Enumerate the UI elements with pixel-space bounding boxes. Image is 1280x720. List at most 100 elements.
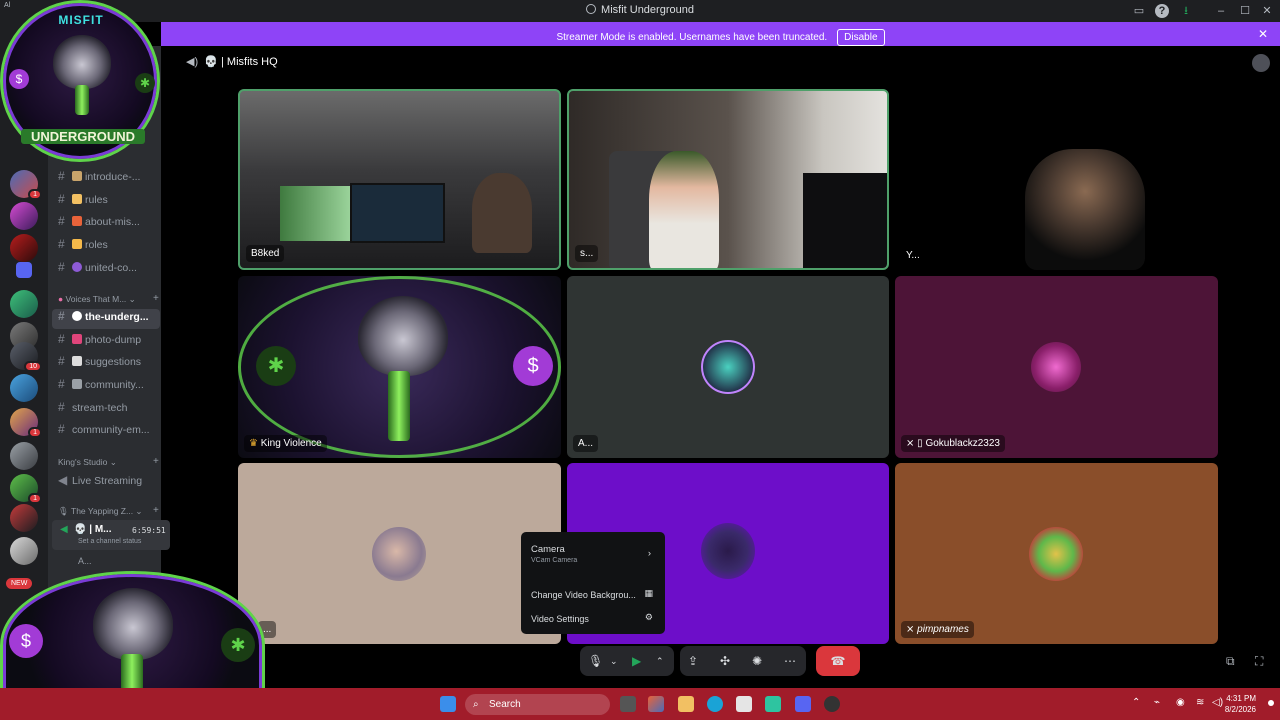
server-icon[interactable] <box>10 442 38 470</box>
network-icon[interactable]: ⌁ <box>1154 697 1160 708</box>
dollar-icon: $ <box>9 624 43 658</box>
voice-channel-active[interactable]: ◀ 💀 | M... 6:59:51 Set a channel status <box>52 520 170 550</box>
channel-item[interactable]: # introduce-... <box>58 169 183 189</box>
gear-icon: ⚙ <box>644 612 653 622</box>
channel-item[interactable]: # rules <box>58 192 183 212</box>
chevron-up-icon[interactable]: ⌃ <box>656 646 664 676</box>
scroll-icon <box>72 194 82 204</box>
category-voices[interactable]: ● Voices That M... ⌄ + <box>58 293 159 305</box>
server-folder-icon[interactable] <box>16 262 32 278</box>
video-tile[interactable]: s... <box>567 89 889 270</box>
screen-share-icon[interactable]: ⇪ <box>688 646 698 676</box>
voice-user[interactable]: A... <box>78 556 92 566</box>
server-icon[interactable] <box>10 290 38 318</box>
video-tile[interactable]: ... <box>238 463 561 644</box>
channel-item-active[interactable]: # the-underg... <box>52 309 160 329</box>
minimize-button[interactable]: – <box>1214 4 1228 18</box>
voice-channel-title: ◀) 💀 | Misfits HQ <box>186 56 278 68</box>
video-tile[interactable]: Y... <box>895 89 1218 270</box>
inbox-icon[interactable]: ▭ <box>1132 4 1146 18</box>
help-icon[interactable]: ? <box>1155 4 1169 18</box>
server-icon[interactable] <box>10 202 38 230</box>
channel-item[interactable]: # suggestions <box>58 354 183 374</box>
server-icon[interactable]: 1 <box>10 170 42 200</box>
channel-item[interactable]: # photo-dump <box>58 332 183 352</box>
wifi-icon[interactable]: ≋ <box>1196 697 1204 708</box>
end-call-button[interactable]: ☎ <box>816 646 860 676</box>
taskbar-search[interactable]: ⌕ Search <box>465 694 610 715</box>
channel-item[interactable]: # community... <box>58 377 183 397</box>
volume-icon[interactable]: ◁) <box>1212 697 1223 708</box>
globe-icon <box>72 262 82 272</box>
maximize-button[interactable]: ☐ <box>1238 4 1252 18</box>
participant-avatar <box>372 527 426 581</box>
mic-icon[interactable]: 🎙 <box>588 646 603 676</box>
close-window-button[interactable]: ✕ <box>1260 4 1274 18</box>
video-tile[interactable]: ⨯ pimpnames <box>895 463 1218 644</box>
category-kings-studio[interactable]: King's Studio ⌄ + <box>58 456 159 468</box>
participant-name: ♛ King Violence <box>244 435 327 452</box>
banner-close-icon[interactable]: ✕ <box>1258 27 1268 41</box>
leaf-icon: ✱ <box>221 628 255 662</box>
server-icon[interactable] <box>10 537 38 565</box>
store-icon[interactable] <box>736 696 752 712</box>
copilot-icon[interactable] <box>648 696 664 712</box>
task-view-icon[interactable] <box>620 696 636 712</box>
category-yapping[interactable]: 🎙 The Yapping Z... ⌄ + <box>58 505 159 517</box>
start-icon[interactable] <box>440 696 456 712</box>
discord-icon[interactable] <box>795 696 811 712</box>
download-icon[interactable]: ⭳ <box>1179 4 1193 18</box>
tray-chevron-icon[interactable]: ⌃ <box>1132 697 1140 708</box>
fullscreen-icon[interactable]: ⛶ <box>1255 654 1263 669</box>
change-background-menu-item[interactable]: Change Video Backgrou... ▦ <box>531 588 657 600</box>
channel-item[interactable]: # community-em... <box>58 422 183 442</box>
pop-out-icon[interactable]: ⧉ <box>1226 654 1235 669</box>
activities-icon[interactable]: ✣ <box>720 646 730 676</box>
disable-button[interactable]: Disable <box>837 29 885 46</box>
raccoon-icon <box>53 35 111 89</box>
video-settings-menu-item[interactable]: Video Settings ⚙ <box>531 612 657 624</box>
crown-icon: ♛ <box>249 438 261 449</box>
camera-icon[interactable]: ▶ <box>632 646 641 676</box>
soundboard-icon[interactable]: ✺ <box>752 646 762 676</box>
server-icon[interactable]: 1 <box>10 408 42 438</box>
more-icon[interactable]: ⋯ <box>784 646 796 676</box>
video-tile[interactable]: ✱ $ ♛ King Violence <box>238 276 561 458</box>
add-channel-icon[interactable]: + <box>153 456 159 467</box>
clock[interactable]: 4:31 PM 8/2/2026 <box>1225 693 1256 715</box>
voice-channel-name: 💀 | M... <box>74 524 112 535</box>
video-tile[interactable]: ⨯ ▯ Gokublackz2323 <box>895 276 1218 458</box>
video-tile[interactable]: A... <box>567 276 889 458</box>
server-icon[interactable] <box>10 374 38 402</box>
camera-menu-item[interactable]: Camera › <box>531 544 657 559</box>
threads-icon[interactable] <box>1252 54 1270 72</box>
voice-channel-live-streaming[interactable]: ◀ Live Streaming <box>58 473 183 493</box>
server-icon[interactable] <box>10 504 38 532</box>
obs-icon[interactable] <box>824 696 840 712</box>
server-icon[interactable] <box>10 234 38 262</box>
participant-name: A... <box>573 435 599 452</box>
app-icon[interactable] <box>765 696 781 712</box>
server-icon[interactable]: 1 <box>10 474 42 504</box>
participant-name: B8ked <box>246 245 285 262</box>
channel-item[interactable]: # about-mis... <box>58 214 183 234</box>
call-timer: 6:59:51 <box>132 526 166 535</box>
channel-status-input[interactable]: Set a channel status <box>78 538 141 545</box>
channel-item[interactable]: # united-co... <box>58 260 183 280</box>
hash-icon: # <box>58 169 65 183</box>
chevron-down-icon[interactable]: ⌄ <box>610 646 618 676</box>
video-tile[interactable]: B8ked <box>238 89 561 270</box>
add-channel-icon[interactable]: + <box>153 505 159 516</box>
file-explorer-icon[interactable] <box>678 696 694 712</box>
add-channel-icon[interactable]: + <box>153 293 159 304</box>
pickaxe-icon <box>72 171 82 181</box>
channel-item[interactable]: # roles <box>58 237 183 257</box>
new-badge[interactable]: NEW <box>6 578 33 589</box>
monitor <box>350 183 445 243</box>
edge-icon[interactable] <box>707 696 723 712</box>
notification-icon[interactable] <box>1268 700 1274 706</box>
server-icon[interactable]: 10 <box>10 342 42 372</box>
channel-item[interactable]: # stream-tech <box>58 400 183 420</box>
mic-tray-icon[interactable]: ◉ <box>1176 697 1185 708</box>
person <box>649 151 719 268</box>
